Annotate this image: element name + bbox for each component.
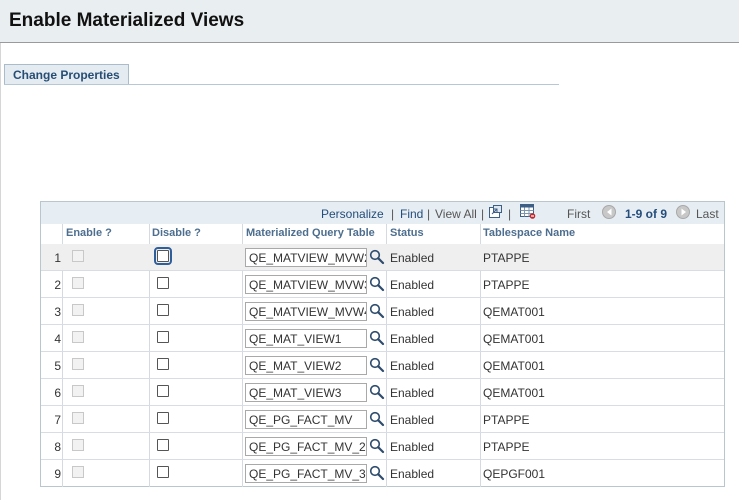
table-row: 8 QE_PG_FACT_MV_2 Enabled PTAPPE	[41, 433, 724, 460]
left-border	[0, 43, 1, 500]
row-number: 8	[54, 440, 61, 454]
magnifier-icon[interactable]	[369, 465, 385, 481]
disable-checkbox[interactable]	[157, 412, 169, 424]
table-row: 1 QE_MATVIEW_MVW2 Enabled PTAPPE	[41, 244, 724, 271]
disable-checkbox[interactable]	[157, 331, 169, 343]
enable-checkbox	[72, 466, 84, 478]
table-row: 4 QE_MAT_VIEW1 Enabled QEMAT001	[41, 325, 724, 352]
right-arrow-icon[interactable]	[676, 205, 690, 219]
row-number: 1	[54, 251, 61, 265]
enable-checkbox	[72, 358, 84, 370]
enable-checkbox	[72, 412, 84, 424]
nav-separator: |	[481, 207, 485, 221]
enable-checkbox	[72, 385, 84, 397]
nav-separator: |	[427, 207, 431, 221]
tablespace-value: QEMAT001	[483, 305, 545, 319]
row-number: 4	[54, 332, 61, 346]
tablespace-value: PTAPPE	[483, 440, 530, 454]
enable-checkbox	[72, 331, 84, 343]
status-value: Enabled	[390, 467, 435, 481]
status-value: Enabled	[390, 305, 435, 319]
left-arrow-icon[interactable]	[602, 205, 616, 219]
row-number: 6	[54, 386, 61, 400]
disable-checkbox[interactable]	[157, 466, 169, 478]
magnifier-icon[interactable]	[369, 411, 385, 427]
status-value: Enabled	[390, 278, 435, 292]
status-value: Enabled	[390, 332, 435, 346]
table-row: 9 QE_PG_FACT_MV_3 Enabled QEPGF001	[41, 460, 724, 487]
mqt-field[interactable]: QE_MATVIEW_MVW3	[245, 275, 367, 294]
mqt-field[interactable]: QE_PG_FACT_MV_2	[245, 437, 367, 456]
column-header-disable: Disable ?	[152, 227, 201, 239]
tablespace-value: QEMAT001	[483, 359, 545, 373]
enable-checkbox	[72, 439, 84, 451]
first-label[interactable]: First	[567, 207, 590, 221]
personalize-link[interactable]: Personalize	[321, 207, 384, 221]
row-range: 1-9 of 9	[625, 207, 668, 221]
magnifier-icon[interactable]	[369, 384, 385, 400]
mqt-field[interactable]: QE_MATVIEW_MVW2	[245, 248, 367, 267]
tablespace-value: QEMAT001	[483, 386, 545, 400]
column-header-tablespace: Tablespace Name	[483, 227, 576, 239]
last-label[interactable]: Last	[696, 207, 719, 221]
disable-checkbox[interactable]	[157, 385, 169, 397]
grid-navigation-bar: Personalize | Find | View All | | First	[41, 202, 724, 224]
tablespace-value: PTAPPE	[483, 278, 530, 292]
enable-checkbox	[72, 304, 84, 316]
disable-checkbox[interactable]	[157, 277, 169, 289]
tablespace-value: PTAPPE	[483, 251, 530, 265]
spreadsheet-download-icon[interactable]	[520, 204, 536, 219]
mqt-field[interactable]: QE_MAT_VIEW1	[245, 329, 367, 348]
disable-checkbox[interactable]	[157, 304, 169, 316]
mqt-field[interactable]: QE_MAT_VIEW3	[245, 383, 367, 402]
nav-separator: |	[391, 207, 395, 221]
status-value: Enabled	[390, 251, 435, 265]
table-row: 3 QE_MATVIEW_MVW4 Enabled QEMAT001	[41, 298, 724, 325]
magnifier-icon[interactable]	[369, 330, 385, 346]
mqt-field[interactable]: QE_PG_FACT_MV	[245, 410, 367, 429]
column-header-row: Enable ? Disable ? Materialized Query Ta…	[41, 224, 724, 245]
tab-divider	[4, 84, 559, 85]
enable-checkbox	[72, 277, 84, 289]
magnifier-icon[interactable]	[369, 357, 385, 373]
find-link[interactable]: Find	[400, 207, 423, 221]
new-window-icon[interactable]	[489, 205, 502, 218]
table-row: 2 QE_MATVIEW_MVW3 Enabled PTAPPE	[41, 271, 724, 298]
magnifier-icon[interactable]	[369, 303, 385, 319]
status-value: Enabled	[390, 359, 435, 373]
view-all-link[interactable]: View All	[435, 207, 477, 221]
magnifier-icon[interactable]	[369, 438, 385, 454]
row-number: 3	[54, 305, 61, 319]
column-header-status: Status	[390, 227, 424, 239]
materialized-views-grid: Personalize | Find | View All | | First	[40, 201, 725, 487]
tablespace-value: PTAPPE	[483, 413, 530, 427]
mqt-field[interactable]: QE_PG_FACT_MV_3	[245, 464, 367, 483]
disable-checkbox[interactable]	[154, 247, 172, 265]
row-number: 9	[54, 467, 61, 481]
row-number: 5	[54, 359, 61, 373]
column-header-enable: Enable ?	[66, 227, 112, 239]
magnifier-icon[interactable]	[369, 276, 385, 292]
column-header-mqt: Materialized Query Table	[246, 227, 375, 239]
mqt-field[interactable]: QE_MAT_VIEW2	[245, 356, 367, 375]
nav-separator: |	[508, 207, 512, 221]
page-title: Enable Materialized Views	[9, 10, 245, 31]
tablespace-value: QEPGF001	[483, 467, 546, 481]
disable-checkbox[interactable]	[157, 358, 169, 370]
disable-checkbox[interactable]	[157, 439, 169, 451]
status-value: Enabled	[390, 386, 435, 400]
magnifier-icon[interactable]	[369, 249, 385, 265]
tab-change-properties[interactable]: Change Properties	[4, 64, 129, 85]
status-value: Enabled	[390, 440, 435, 454]
table-row: 6 QE_MAT_VIEW3 Enabled QEMAT001	[41, 379, 724, 406]
enable-checkbox	[72, 250, 84, 262]
table-row: 7 QE_PG_FACT_MV Enabled PTAPPE	[41, 406, 724, 433]
row-number: 7	[54, 413, 61, 427]
status-value: Enabled	[390, 413, 435, 427]
mqt-field[interactable]: QE_MATVIEW_MVW4	[245, 302, 367, 321]
table-row: 5 QE_MAT_VIEW2 Enabled QEMAT001	[41, 352, 724, 379]
row-number: 2	[54, 278, 61, 292]
tablespace-value: QEMAT001	[483, 332, 545, 346]
page-header: Enable Materialized Views	[0, 0, 739, 43]
